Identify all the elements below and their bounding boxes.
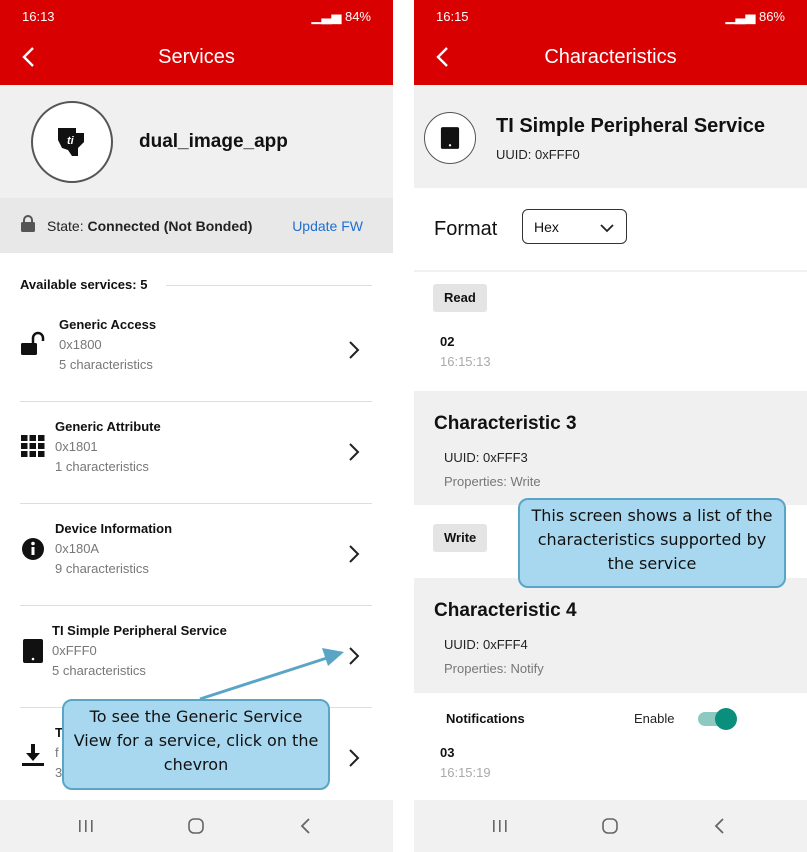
info-callout: This screen shows a list of the characte… [518,498,786,588]
instruction-callout: To see the Generic Service View for a se… [62,699,330,790]
